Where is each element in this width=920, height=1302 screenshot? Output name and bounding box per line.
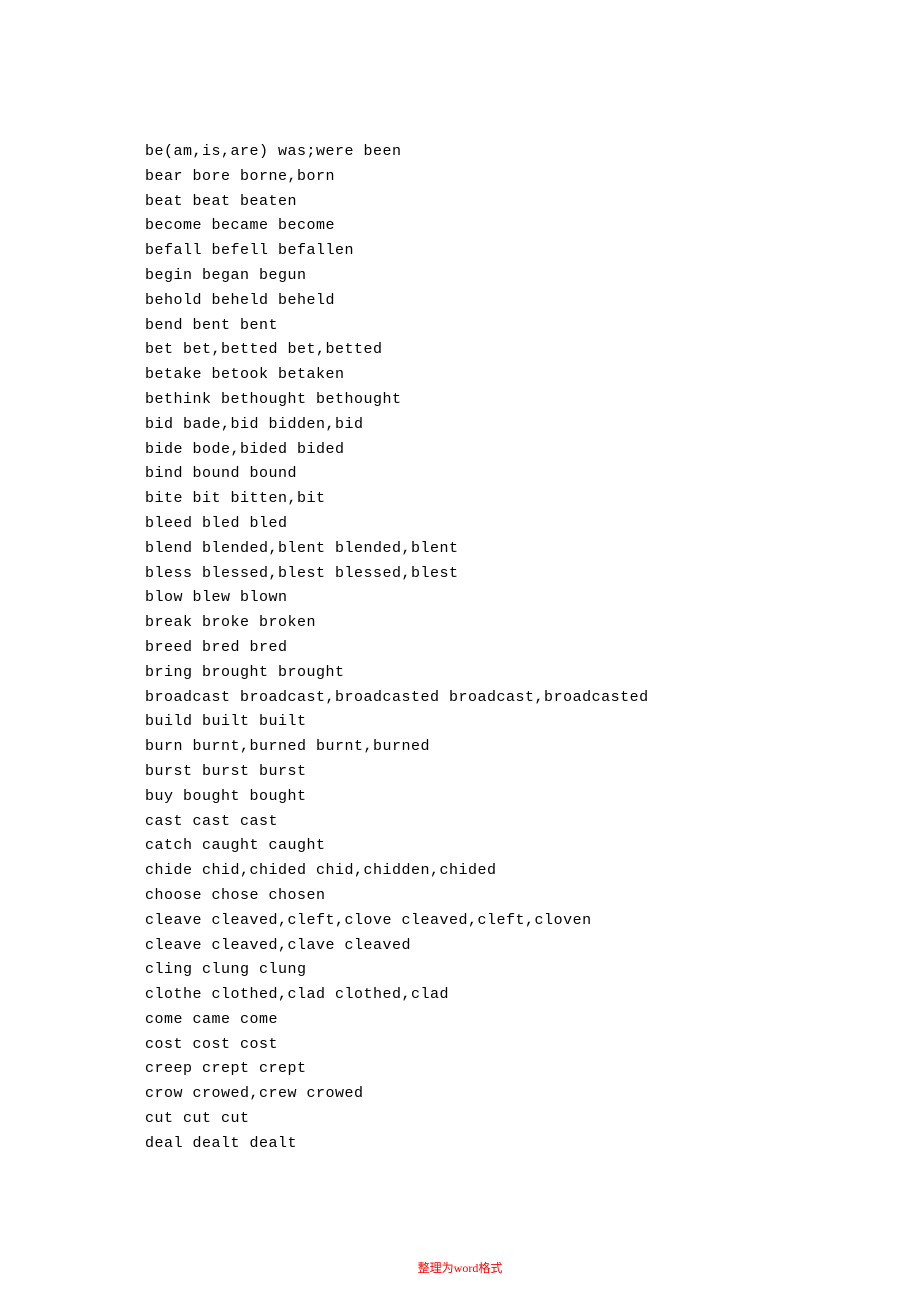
verb-line: break broke broken — [145, 611, 920, 636]
verb-line: begin began begun — [145, 264, 920, 289]
verb-line: buy bought bought — [145, 785, 920, 810]
verb-line: bend bent bent — [145, 314, 920, 339]
verb-line: burst burst burst — [145, 760, 920, 785]
verb-list: be(am,is,are) was;were beenbear bore bor… — [145, 140, 920, 1157]
verb-line: cling clung clung — [145, 958, 920, 983]
verb-line: blow blew blown — [145, 586, 920, 611]
verb-line: cleave cleaved,cleft,clove cleaved,cleft… — [145, 909, 920, 934]
verb-line: clothe clothed,clad clothed,clad — [145, 983, 920, 1008]
verb-line: bear bore borne,born — [145, 165, 920, 190]
verb-line: burn burnt,burned burnt,burned — [145, 735, 920, 760]
verb-line: broadcast broadcast,broadcasted broadcas… — [145, 686, 920, 711]
verb-line: bide bode,bided bided — [145, 438, 920, 463]
verb-line: bite bit bitten,bit — [145, 487, 920, 512]
footer-prefix: 整理为 — [418, 1261, 454, 1275]
verb-line: cost cost cost — [145, 1033, 920, 1058]
verb-line: befall befell befallen — [145, 239, 920, 264]
verb-line: creep crept crept — [145, 1057, 920, 1082]
verb-line: bid bade,bid bidden,bid — [145, 413, 920, 438]
footer-suffix: 格式 — [478, 1261, 502, 1275]
verb-line: be(am,is,are) was;were been — [145, 140, 920, 165]
verb-line: bethink bethought bethought — [145, 388, 920, 413]
verb-line: bring brought brought — [145, 661, 920, 686]
verb-line: become became become — [145, 214, 920, 239]
verb-line: beat beat beaten — [145, 190, 920, 215]
verb-line: deal dealt dealt — [145, 1132, 920, 1157]
footer-word: word — [454, 1261, 479, 1275]
verb-line: behold beheld beheld — [145, 289, 920, 314]
verb-line: breed bred bred — [145, 636, 920, 661]
verb-line: blend blended,blent blended,blent — [145, 537, 920, 562]
verb-line: crow crowed,crew crowed — [145, 1082, 920, 1107]
verb-line: bet bet,betted bet,betted — [145, 338, 920, 363]
footer-note: 整理为word格式 — [0, 1259, 920, 1276]
verb-line: catch caught caught — [145, 834, 920, 859]
verb-line: betake betook betaken — [145, 363, 920, 388]
verb-line: cast cast cast — [145, 810, 920, 835]
verb-line: build built built — [145, 710, 920, 735]
verb-line: bleed bled bled — [145, 512, 920, 537]
verb-line: bless blessed,blest blessed,blest — [145, 562, 920, 587]
verb-line: cleave cleaved,clave cleaved — [145, 934, 920, 959]
verb-line: choose chose chosen — [145, 884, 920, 909]
document-page: be(am,is,are) was;were beenbear bore bor… — [0, 0, 920, 1302]
verb-line: bind bound bound — [145, 462, 920, 487]
verb-line: come came come — [145, 1008, 920, 1033]
verb-line: chide chid,chided chid,chidden,chided — [145, 859, 920, 884]
verb-line: cut cut cut — [145, 1107, 920, 1132]
